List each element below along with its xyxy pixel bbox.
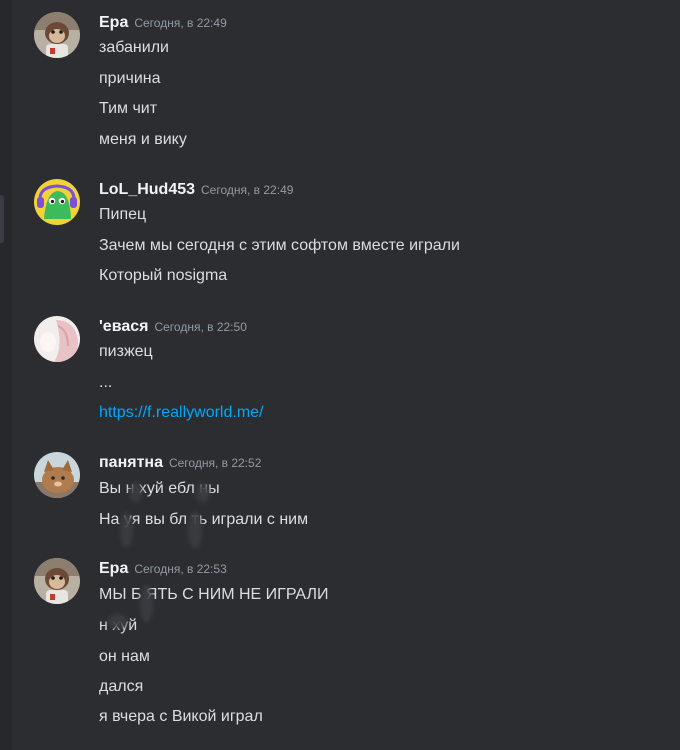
monkey-avatar-icon[interactable] <box>34 12 80 58</box>
timestamp: Сегодня, в 22:49 <box>134 16 227 30</box>
username[interactable]: LoL_Hud453 <box>99 181 195 198</box>
message-text: пизжец <box>99 343 153 360</box>
username[interactable]: Ера <box>99 560 128 577</box>
censor-smudge <box>188 511 202 549</box>
censor-smudge <box>129 482 142 502</box>
message-text: Тим чит <box>99 100 158 117</box>
username[interactable]: 'евася <box>99 318 148 335</box>
censor-smudge <box>196 483 210 503</box>
username[interactable]: Ера <box>99 14 128 31</box>
message-text: Пипец <box>99 206 147 223</box>
message-header: Ера Сегодня, в 22:49 <box>99 12 227 34</box>
message-header: Ера Сегодня, в 22:53 <box>99 558 227 580</box>
timestamp: Сегодня, в 22:52 <box>168 456 262 470</box>
message-header: панятна Сегодня, в 22:52 <box>99 452 261 474</box>
message-text: причина <box>99 70 161 87</box>
message-text: он нам <box>99 648 150 665</box>
message-header: 'евася Сегодня, в 22:50 <box>99 316 247 338</box>
anime-avatar-icon[interactable] <box>34 316 80 362</box>
message-text: ... <box>99 374 113 391</box>
cat-avatar-icon[interactable] <box>34 452 80 498</box>
message-text: меня и вику <box>99 131 187 148</box>
message-text: Который nosigma <box>99 267 228 284</box>
username[interactable]: панятна <box>99 454 163 471</box>
message-text: Зачем мы сегодня с этим софтом вместе иг… <box>99 237 460 254</box>
censor-smudge <box>120 512 133 548</box>
message-text: дался <box>99 678 144 695</box>
timestamp: Сегодня, в 22:50 <box>154 320 247 334</box>
timestamp: Сегодня, в 22:49 <box>201 183 294 197</box>
green-bot-avatar-icon[interactable] <box>34 179 80 225</box>
message-text: МЫ Б ЯТЬ С НИМ НЕ ИГРАЛИ <box>99 586 329 603</box>
message-link[interactable]: https://f.reallyworld.me/ <box>99 402 264 424</box>
message-header: LoL_Hud453 Сегодня, в 22:49 <box>99 179 293 201</box>
message-text: я вчера с Викой играл <box>99 708 263 725</box>
monkey-avatar-icon[interactable] <box>34 558 80 604</box>
message-list: Ера Сегодня, в 22:49 забанили причина Тим… <box>0 0 680 750</box>
censor-smudge <box>140 585 153 623</box>
timestamp: Сегодня, в 22:53 <box>134 562 227 576</box>
message-text: забанили <box>99 39 169 56</box>
censor-smudge <box>107 614 128 629</box>
